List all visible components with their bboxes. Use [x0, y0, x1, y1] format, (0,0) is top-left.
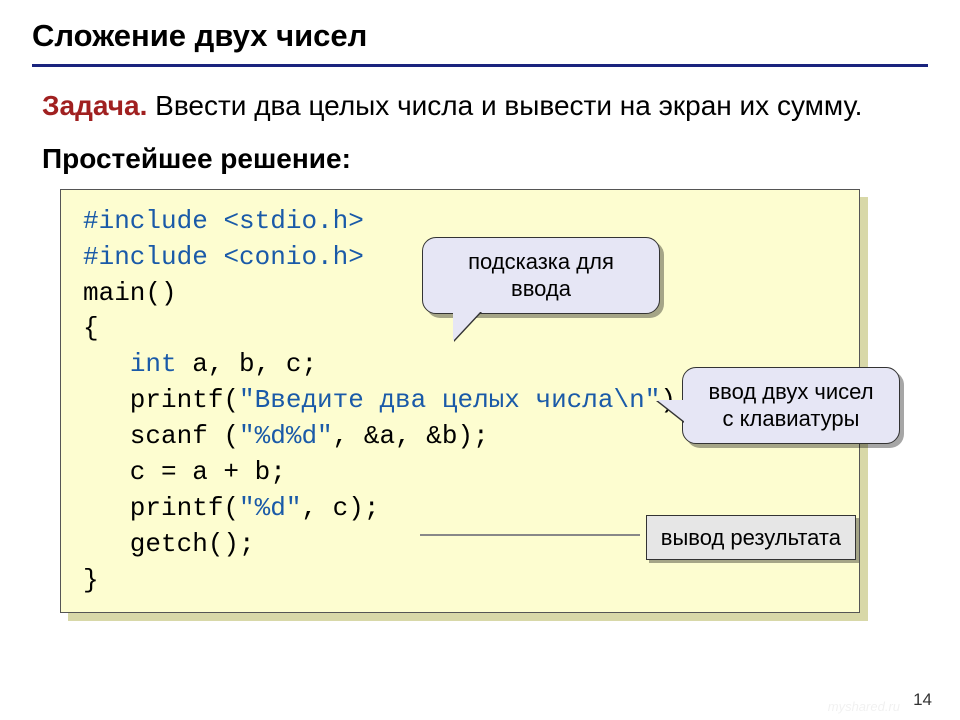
code-scanf-str: "%d%d": [239, 421, 333, 451]
task-paragraph: Задача. Ввести два целых числа и вывести…: [42, 87, 928, 125]
code-brace-close: }: [83, 565, 99, 595]
code-include1-kw: #include: [83, 206, 223, 236]
callout-hint-text: подсказка для ввода: [468, 249, 614, 302]
solution-heading: Простейшее решение:: [42, 143, 928, 175]
code-getch: getch();: [83, 529, 255, 559]
code-brace-open: {: [83, 313, 99, 343]
code-scanf-a: scanf (: [83, 421, 239, 451]
code-block-container: #include <stdio.h> #include <conio.h> ma…: [60, 189, 860, 614]
callout-input: ввод двух чисел с клавиатуры: [682, 367, 900, 444]
page-number: 14: [913, 690, 932, 710]
code-assign: c = a + b;: [83, 457, 286, 487]
code-int-kw: int: [130, 349, 177, 379]
code-include2-kw: #include: [83, 242, 223, 272]
slide: Сложение двух чисел Задача. Ввести два ц…: [0, 0, 960, 720]
callout-output-text: вывод результата: [661, 525, 841, 550]
code-printf1-str: "Введите два целых числа\n": [239, 385, 660, 415]
task-label: Задача.: [42, 90, 147, 121]
callout-input-text: ввод двух чисел с клавиатуры: [708, 379, 873, 432]
code-scanf-c: , &a, &b);: [333, 421, 489, 451]
code-include2-hdr: <conio.h>: [223, 242, 363, 272]
code-printf1-a: printf(: [83, 385, 239, 415]
slide-title: Сложение двух чисел: [32, 18, 928, 67]
code-printf2-a: printf(: [83, 493, 239, 523]
code-indent1: [83, 349, 130, 379]
code-printf2-c: , c);: [301, 493, 379, 523]
callout-output: вывод результата: [646, 515, 856, 561]
code-vars: a, b, c;: [177, 349, 317, 379]
code-main: main(): [83, 278, 177, 308]
watermark: myshared.ru: [828, 699, 900, 714]
callout-hint: подсказка для ввода: [422, 237, 660, 314]
task-text: Ввести два целых числа и вывести на экра…: [147, 90, 862, 121]
code-printf2-str: "%d": [239, 493, 301, 523]
connector-output: [420, 534, 640, 536]
code-include1-hdr: <stdio.h>: [223, 206, 363, 236]
